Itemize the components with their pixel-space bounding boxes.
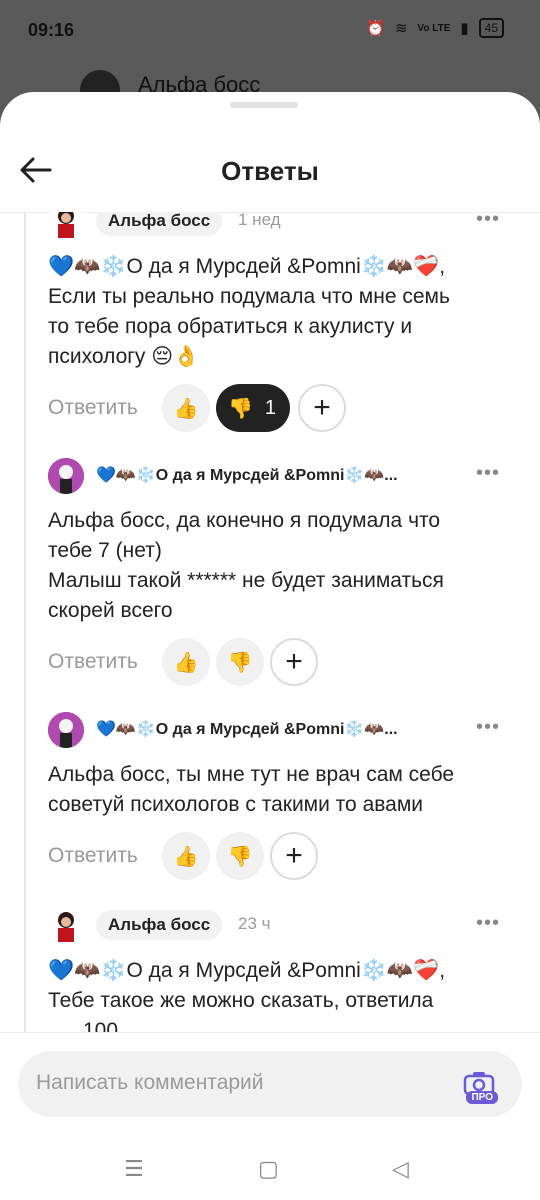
reply-button[interactable]: Ответить — [48, 844, 138, 868]
comment-item: Альфа босс 23 ч ••• 💙🦇❄️О да я Мурсдей &… — [0, 908, 540, 1032]
comment-text: Альфа босс, ты мне тут не врач сам себе … — [48, 760, 526, 820]
replies-list[interactable]: Альфа босс 1 нед ••• 💙🦇❄️О да я Мурсдей … — [0, 212, 540, 1032]
sheet-drag-handle[interactable] — [230, 102, 298, 108]
comment-input-placeholder: Написать комментарий — [36, 1071, 264, 1094]
comment-line: Если ты реально подумала что мне семь — [48, 285, 450, 308]
more-icon[interactable]: ••• — [476, 912, 500, 935]
like-button[interactable]: 👍 — [162, 384, 210, 432]
thumbs-down-icon: 👎 — [227, 845, 253, 868]
comment-line: психологу 😔👌 — [48, 345, 200, 368]
comment-item: Альфа босс 1 нед ••• 💙🦇❄️О да я Мурсдей … — [0, 212, 540, 454]
comment-line: тебе 7 (нет) — [48, 539, 162, 562]
comment-line: то тебе пора обратиться к акулисту и — [48, 315, 413, 338]
dislike-button[interactable]: 👎 — [216, 638, 264, 686]
comment-item: 💙🦇❄️О да я Мурсдей &Pomni❄️🦇... ••• Альф… — [0, 458, 540, 688]
add-reaction-button[interactable]: + — [298, 384, 346, 432]
status-bar: 09:16 ⏰ ≋ Vo LTE ▮ 45 — [0, 0, 540, 62]
avatar[interactable] — [48, 212, 84, 240]
comment-line: Малыш такой ****** не будет заниматься — [48, 569, 444, 592]
comment-header: 💙🦇❄️О да я Мурсдей &Pomni❄️🦇... ••• — [48, 458, 518, 496]
avatar[interactable] — [48, 458, 84, 494]
comment-author[interactable]: Альфа босс — [96, 212, 223, 236]
more-icon[interactable]: ••• — [476, 462, 500, 485]
dislike-button[interactable]: 👎 1 — [216, 384, 290, 432]
comment-actions: Ответить 👍 👎 + — [48, 638, 518, 686]
sheet-title: Ответы — [221, 156, 319, 186]
like-button[interactable]: 👍 — [162, 638, 210, 686]
menu-icon[interactable]: ☰ — [124, 1156, 144, 1182]
avatar[interactable] — [48, 712, 84, 748]
thumbs-up-icon: 👍 — [173, 397, 199, 420]
comment-line: 💙🦇❄️О да я Мурсдей &Pomni❄️🦇❤️‍🩹, — [48, 255, 446, 278]
wifi-icon: ≋ — [394, 20, 408, 37]
avatar[interactable] — [48, 908, 84, 944]
back-icon[interactable]: ◁ — [392, 1156, 409, 1182]
comment-author[interactable]: Альфа босс — [96, 910, 223, 940]
comment-header: Альфа босс 23 ч ••• — [48, 908, 518, 946]
comment-actions: Ответить 👍 👎 1 + — [48, 384, 518, 432]
thumbs-up-icon: 👍 — [173, 845, 199, 868]
comment-line: Альфа босс, да конечно я подумала что — [48, 509, 441, 532]
add-reaction-button[interactable]: + — [270, 638, 318, 686]
comment-date: 23 ч — [238, 914, 271, 933]
more-icon[interactable]: ••• — [476, 212, 500, 231]
sheet-header: Ответы — [0, 132, 540, 212]
thumbs-down-icon: 👎 — [227, 651, 253, 674]
comment-actions: Ответить 👍 👎 + — [48, 832, 518, 880]
add-reaction-button[interactable]: + — [270, 832, 318, 880]
comment-text: 💙🦇❄️О да я Мурсдей &Pomni❄️🦇❤️‍🩹, Тебе т… — [48, 956, 526, 1032]
pro-badge: ПРО — [466, 1091, 498, 1104]
thumbs-up-icon: 👍 — [173, 651, 199, 674]
status-icons: ⏰ ≋ Vo LTE ▮ 45 — [366, 18, 504, 38]
thumbs-down-icon: 👎 — [228, 397, 253, 420]
comment-line: 💙🦇❄️О да я Мурсдей &Pomni❄️🦇❤️‍🩹, — [48, 959, 446, 982]
reply-button[interactable]: Ответить — [48, 396, 138, 420]
comment-line: Тебе такое же можно сказать, ответила — [48, 989, 434, 1012]
comment-text: 💙🦇❄️О да я Мурсдей &Pomni❄️🦇❤️‍🩹, Если т… — [48, 252, 526, 372]
reply-button[interactable]: Ответить — [48, 650, 138, 674]
dislike-button[interactable]: 👎 — [216, 832, 264, 880]
comment-date: 1 нед — [238, 212, 281, 229]
comment-line: советуй психологов с такими то авами — [48, 793, 424, 816]
comment-line: ..... 100 — [48, 1019, 119, 1032]
battery-icon: 45 — [478, 18, 504, 38]
network-label: Vo LTE — [417, 22, 451, 34]
comment-author[interactable]: 💙🦇❄️О да я Мурсдей &Pomni❄️🦇... — [96, 462, 466, 490]
comment-header: 💙🦇❄️О да я Мурсдей &Pomni❄️🦇... ••• — [48, 712, 518, 750]
status-time: 09:16 — [28, 20, 75, 40]
comment-line: Альфа босс, ты мне тут не врач сам себе — [48, 763, 455, 786]
comment-text: Альфа босс, да конечно я подумала что те… — [48, 506, 526, 626]
comment-header: Альфа босс 1 нед ••• — [48, 212, 518, 242]
dislike-count: 1 — [264, 396, 277, 419]
replies-sheet: Ответы Альфа босс 1 нед ••• 💙🦇❄️О да я М… — [0, 92, 540, 1200]
comment-input[interactable]: Написать комментарий ПРО — [18, 1051, 522, 1117]
home-icon[interactable]: ▢ — [258, 1156, 279, 1182]
like-button[interactable]: 👍 — [162, 832, 210, 880]
alarm-icon: ⏰ — [366, 20, 385, 37]
comment-item: 💙🦇❄️О да я Мурсдей &Pomni❄️🦇... ••• Альф… — [0, 712, 540, 882]
comment-line: скорей всего — [48, 599, 173, 622]
system-nav-bar: ☰ ▢ ◁ — [0, 1138, 540, 1198]
signal-icon: ▮ — [460, 20, 469, 37]
comment-author[interactable]: 💙🦇❄️О да я Мурсдей &Pomni❄️🦇... — [96, 716, 466, 744]
more-icon[interactable]: ••• — [476, 716, 500, 739]
